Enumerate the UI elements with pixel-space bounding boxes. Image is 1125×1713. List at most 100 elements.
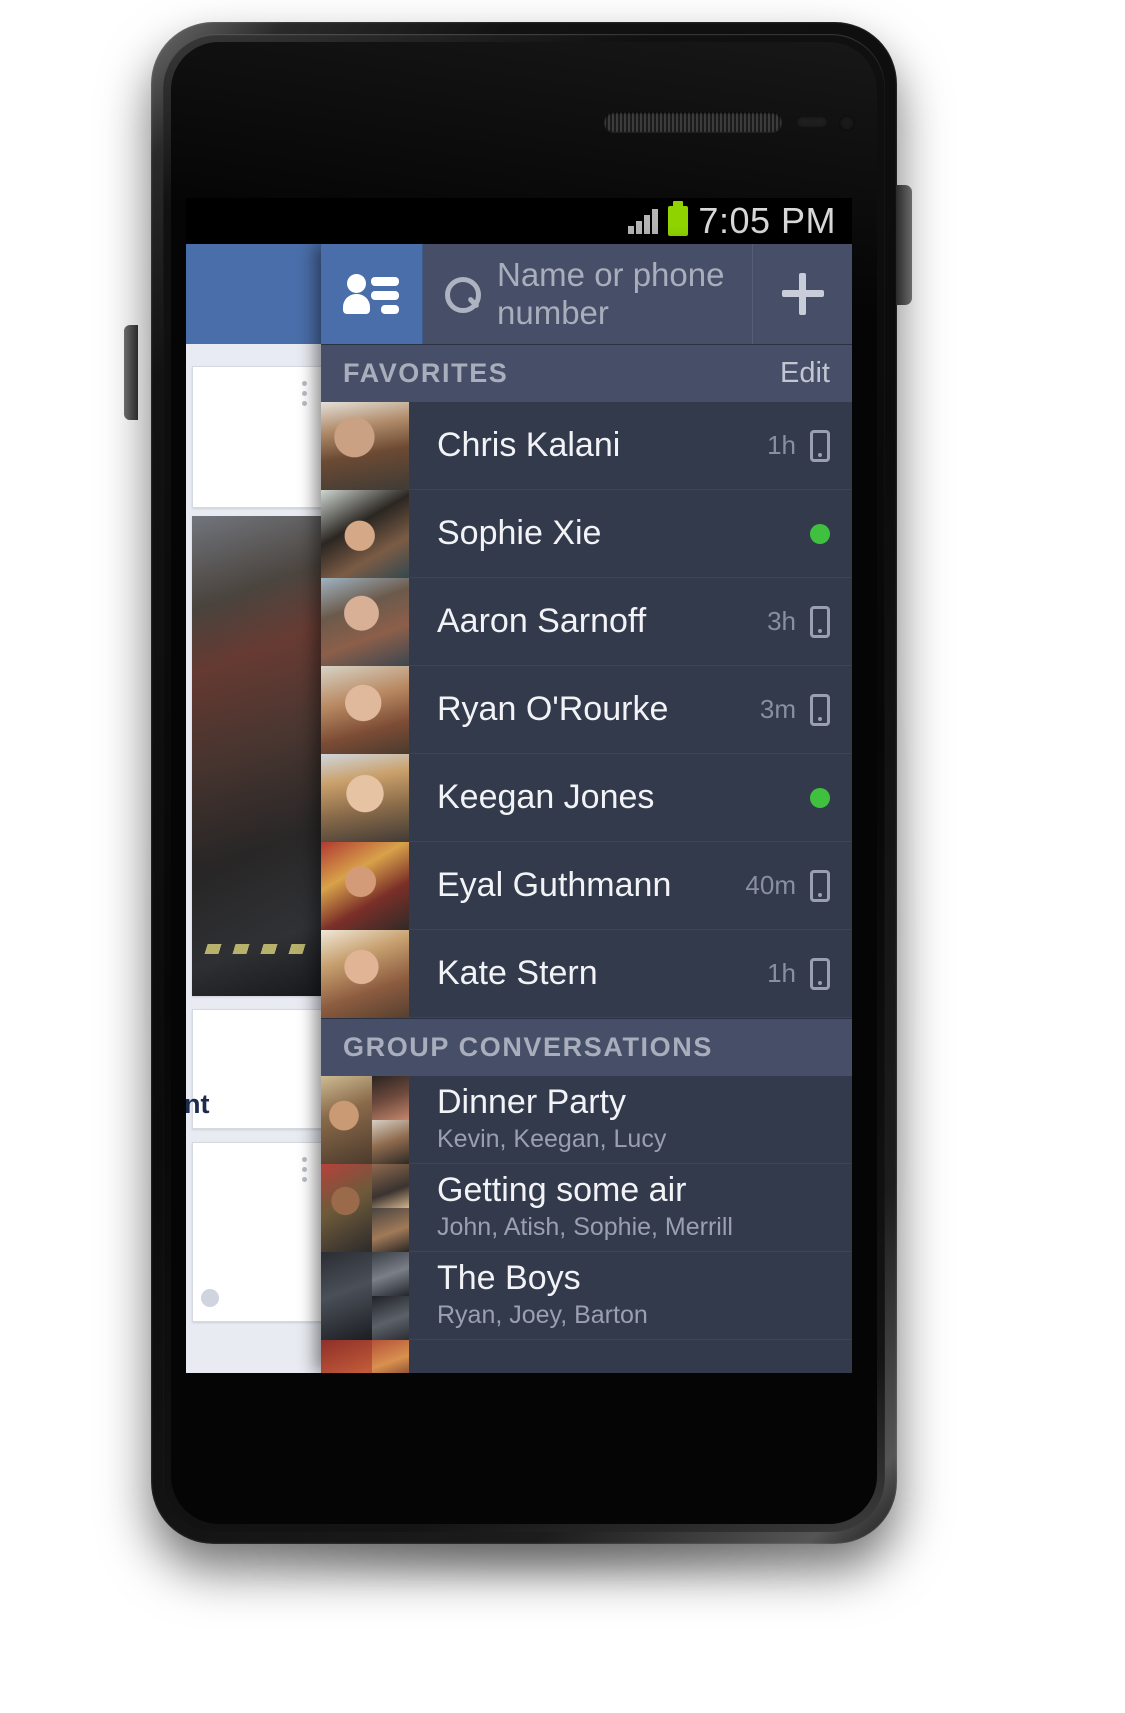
last-active-timestamp: 3m bbox=[759, 694, 796, 724]
favorites-edit-button[interactable]: Edit bbox=[780, 357, 830, 390]
status-bar-clock: 7:05 PM bbox=[698, 200, 836, 241]
add-contact-button[interactable] bbox=[752, 244, 852, 344]
drawer-header-bar bbox=[186, 244, 321, 344]
avatar-chris-kalani bbox=[321, 401, 409, 490]
screenshot-stage: 7:05 PM nt Name or phone number FAVORITE… bbox=[0, 0, 1125, 1713]
row-meta bbox=[810, 523, 852, 544]
search-input-placeholder[interactable]: Name or phone number bbox=[497, 256, 752, 332]
row-text: Keegan Jones bbox=[409, 777, 810, 816]
drawer-avatar-icon bbox=[201, 1289, 219, 1307]
earpiece-speaker bbox=[604, 112, 782, 132]
contact-name: Aaron Sarnoff bbox=[437, 601, 647, 640]
group-name: Dinner Party bbox=[437, 1083, 626, 1122]
proximity-sensor-icon bbox=[796, 116, 828, 128]
last-active-timestamp: 3h bbox=[767, 606, 796, 636]
contact-name: Sophie Xie bbox=[437, 513, 602, 552]
row-text: Dinner Party Kevin, Keegan, Lucy bbox=[409, 1083, 852, 1154]
row-text: Ryan O'Rourke bbox=[409, 689, 760, 728]
list-item[interactable]: Dinner Party Kevin, Keegan, Lucy bbox=[321, 1075, 852, 1164]
avatar-aaron-sarnoff bbox=[321, 577, 409, 666]
status-bar: 7:05 PM bbox=[186, 198, 852, 244]
table-row[interactable]: Kate Stern 1h bbox=[321, 929, 852, 1018]
avatar-ryan-orourke bbox=[321, 665, 409, 754]
row-text: Eyal Guthmann bbox=[409, 865, 745, 904]
section-title: GROUP CONVERSATIONS bbox=[343, 1032, 713, 1062]
drawer-partial-text: nt bbox=[186, 1089, 210, 1119]
section-header-group-conversations: GROUP CONVERSATIONS bbox=[321, 1018, 852, 1076]
mobile-phone-icon bbox=[810, 693, 830, 726]
avatar-eyal-guthmann bbox=[321, 841, 409, 930]
row-text: Kate Stern bbox=[409, 953, 767, 992]
row-text: Aaron Sarnoff bbox=[409, 601, 767, 640]
group-name: The Boys bbox=[437, 1259, 581, 1298]
table-row[interactable]: Keegan Jones bbox=[321, 753, 852, 842]
group-members: Kevin, Keegan, Lucy bbox=[437, 1124, 667, 1153]
row-meta: 1h bbox=[767, 957, 852, 990]
drawer-photo-card[interactable] bbox=[192, 516, 321, 996]
search-field[interactable]: Name or phone number bbox=[423, 244, 752, 344]
avatar-kate-stern bbox=[321, 929, 409, 1018]
avatar-keegan-jones bbox=[321, 753, 409, 842]
mobile-phone-icon bbox=[810, 605, 830, 638]
avatar-sophie-xie bbox=[321, 489, 409, 578]
main-panel: Name or phone number FAVORITES Edit Chri… bbox=[321, 244, 852, 1373]
table-row[interactable]: Ryan O'Rourke 3m bbox=[321, 665, 852, 754]
search-icon bbox=[445, 277, 481, 313]
overflow-dots-icon[interactable] bbox=[302, 1157, 307, 1187]
mobile-phone-icon bbox=[810, 429, 830, 462]
contacts-list[interactable]: FAVORITES Edit Chris Kalani 1h Sophie Xi… bbox=[321, 344, 852, 1373]
avatar-group-getting-some-air bbox=[321, 1163, 409, 1252]
contact-name: Ryan O'Rourke bbox=[437, 689, 669, 728]
row-meta: 3h bbox=[767, 605, 852, 638]
table-row[interactable]: Sophie Xie bbox=[321, 489, 852, 578]
contacts-list-icon bbox=[342, 272, 399, 316]
table-row[interactable]: Chris Kalani 1h bbox=[321, 401, 852, 490]
power-button[interactable] bbox=[896, 185, 912, 305]
online-dot-icon bbox=[810, 523, 830, 544]
row-meta: 40m bbox=[745, 869, 852, 902]
overflow-dots-icon[interactable] bbox=[302, 381, 307, 411]
avatar-group-partial bbox=[321, 1340, 409, 1373]
list-item[interactable]: Getting some air John, Atish, Sophie, Me… bbox=[321, 1163, 852, 1252]
mobile-phone-icon bbox=[810, 869, 830, 902]
mobile-phone-icon bbox=[810, 957, 830, 990]
navigation-drawer-behind[interactable]: nt bbox=[186, 244, 321, 1373]
contact-name: Chris Kalani bbox=[437, 425, 621, 464]
drawer-photo bbox=[192, 516, 321, 996]
battery-full-icon bbox=[668, 201, 689, 236]
contact-name: Keegan Jones bbox=[437, 777, 655, 816]
last-active-timestamp: 40m bbox=[745, 870, 796, 900]
row-text: Chris Kalani bbox=[409, 425, 767, 464]
table-row[interactable]: Eyal Guthmann 40m bbox=[321, 841, 852, 930]
last-active-timestamp: 1h bbox=[767, 958, 796, 988]
avatar-group-the-boys bbox=[321, 1251, 409, 1340]
light-sensor-icon bbox=[839, 115, 855, 131]
row-text: The Boys Ryan, Joey, Barton bbox=[409, 1259, 852, 1330]
avatar-group-dinner-party bbox=[321, 1075, 409, 1164]
contact-name: Kate Stern bbox=[437, 953, 598, 992]
drawer-card[interactable] bbox=[192, 366, 321, 508]
volume-button[interactable] bbox=[124, 325, 138, 420]
contact-name: Eyal Guthmann bbox=[437, 865, 672, 904]
group-members: Ryan, Joey, Barton bbox=[437, 1300, 648, 1329]
contacts-home-button[interactable] bbox=[321, 244, 423, 344]
drawer-card[interactable] bbox=[192, 1009, 321, 1129]
section-title: FAVORITES bbox=[343, 358, 509, 388]
list-item[interactable]: The Boys Ryan, Joey, Barton bbox=[321, 1251, 852, 1340]
list-item[interactable] bbox=[321, 1340, 852, 1373]
last-active-timestamp: 1h bbox=[767, 430, 796, 460]
drawer-card[interactable] bbox=[192, 1142, 321, 1322]
row-meta: 3m bbox=[759, 693, 852, 726]
table-row[interactable]: Aaron Sarnoff 3h bbox=[321, 577, 852, 666]
row-meta bbox=[810, 787, 852, 808]
row-text: Getting some air John, Atish, Sophie, Me… bbox=[409, 1171, 852, 1242]
plus-icon bbox=[781, 273, 824, 315]
device-screen: 7:05 PM nt Name or phone number FAVORITE… bbox=[186, 198, 852, 1373]
group-members: John, Atish, Sophie, Merrill bbox=[437, 1212, 733, 1241]
row-text: Sophie Xie bbox=[409, 513, 810, 552]
group-name: Getting some air bbox=[437, 1171, 687, 1210]
section-header-favorites: FAVORITES Edit bbox=[321, 344, 852, 402]
signal-bars-icon bbox=[628, 208, 659, 234]
online-dot-icon bbox=[810, 787, 830, 808]
action-bar: Name or phone number bbox=[321, 244, 852, 344]
